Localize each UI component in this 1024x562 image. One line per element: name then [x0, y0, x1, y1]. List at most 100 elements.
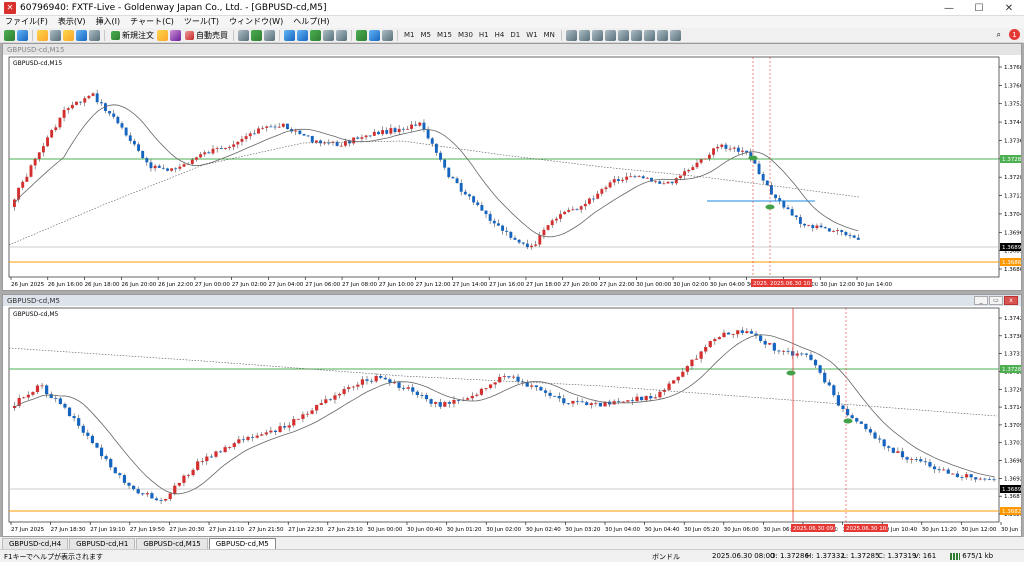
menu-window[interactable]: ウィンドウ(W): [224, 16, 288, 28]
chart-window-m5[interactable]: GBPUSD-cd,M5 _ ▭ x GBPUSD-cd,M5 1.37420 1.…: [2, 294, 1022, 537]
candle-body: [273, 430, 278, 432]
text-tool-icon[interactable]: [656, 29, 668, 41]
signals-icon[interactable]: [170, 29, 181, 41]
status-close: C: 1.37319: [878, 552, 917, 560]
chart-minimize-icon[interactable]: _: [974, 296, 988, 305]
timeframe-h1[interactable]: H1: [477, 31, 491, 39]
chart-canvas-m5[interactable]: GBPUSD-cd,M51.374201.373651.373101.37255…: [3, 306, 1021, 536]
candle-body: [58, 117, 62, 128]
bar-chart-icon[interactable]: [238, 29, 249, 41]
candle-body: [310, 410, 314, 414]
tab-gbpusd-h1[interactable]: GBPUSD-cd,H1: [69, 538, 136, 549]
candle-body: [424, 395, 429, 400]
fibonacci-icon[interactable]: [643, 29, 655, 41]
menu-view[interactable]: 表示(V): [53, 16, 91, 28]
close-icon[interactable]: ✕: [994, 0, 1024, 16]
menu-file[interactable]: ファイル(F): [0, 16, 53, 28]
line-chart-icon[interactable]: [264, 29, 275, 41]
data-window-icon[interactable]: [50, 29, 61, 41]
periods-icon[interactable]: [369, 29, 380, 41]
candle-body: [31, 392, 35, 395]
zoom-in-icon[interactable]: [284, 29, 295, 41]
timeframe-m1[interactable]: M1: [402, 31, 417, 39]
time-label: 30 Jun 06:00: [724, 527, 759, 533]
candle-body: [190, 159, 194, 164]
candle-body: [377, 131, 380, 135]
candle-body: [145, 493, 149, 495]
timeframe-m30[interactable]: M30: [456, 31, 475, 39]
candle-body: [868, 429, 873, 433]
candle-body: [91, 93, 95, 96]
price-label: 1.37525: [1004, 102, 1021, 108]
channel-icon[interactable]: [630, 29, 642, 41]
window-controls: — ☐ ✕: [934, 0, 1024, 16]
candle-body: [420, 395, 424, 396]
candle-body: [447, 167, 451, 178]
terminal-icon[interactable]: [76, 29, 87, 41]
candle-body: [141, 493, 145, 495]
market-watch-icon[interactable]: [37, 29, 48, 41]
candle-body: [509, 231, 513, 238]
candle-body: [324, 399, 328, 404]
status-low: L: 1.37285: [842, 552, 880, 560]
cursor-icon[interactable]: [565, 29, 577, 41]
time-label: 30 Jun 04:00: [710, 282, 745, 288]
crosshair-icon[interactable]: [578, 29, 590, 41]
trendline-icon[interactable]: [617, 29, 629, 41]
trade-marker: [843, 418, 853, 424]
timeframe-d1[interactable]: D1: [508, 31, 522, 39]
auto-scroll-icon[interactable]: [323, 29, 334, 41]
tab-gbpusd-h4[interactable]: GBPUSD-cd,H4: [2, 538, 69, 549]
profiles-icon[interactable]: [17, 29, 28, 41]
chart-window-m15[interactable]: GBPUSD-cd,M15 GBPUSD-cd,M15 1.37685 1.3760…: [2, 43, 1022, 291]
candle-body: [594, 402, 598, 404]
menu-insert[interactable]: 挿入(I): [91, 16, 126, 28]
templates-icon[interactable]: [382, 29, 393, 41]
chart-canvas-m15[interactable]: GBPUSD-cd,M15 1.37685 1.37605 1.37525 1.3744…: [3, 55, 1021, 290]
chart-restore-icon[interactable]: ▭: [989, 296, 1003, 305]
tab-gbpusd-m5[interactable]: GBPUSD-cd,M5: [208, 538, 276, 549]
candle-body: [46, 137, 49, 147]
time-label: 27 Jun 10:00: [379, 282, 414, 288]
new-chart-icon[interactable]: [4, 29, 15, 41]
indicators-icon[interactable]: [356, 29, 367, 41]
search-icon[interactable]: ⌕: [997, 30, 1001, 40]
new-order-button[interactable]: 新規注文: [110, 30, 154, 41]
candle-body: [649, 396, 653, 399]
chart-shift-icon[interactable]: [336, 29, 347, 41]
minimize-icon[interactable]: —: [934, 0, 964, 16]
timeframe-m5[interactable]: M5: [419, 31, 434, 39]
zoom-out-icon[interactable]: [297, 29, 308, 41]
navigator-icon[interactable]: [63, 29, 74, 41]
candlestick-icon[interactable]: [251, 29, 262, 41]
menu-chart[interactable]: チャート(C): [125, 16, 179, 28]
candle-body: [782, 201, 786, 208]
tab-gbpusd-m15[interactable]: GBPUSD-cd,M15: [136, 538, 208, 549]
menu-tools[interactable]: ツール(T): [179, 16, 224, 28]
chart-close-icon[interactable]: x: [1004, 296, 1018, 305]
timeframe-mn[interactable]: MN: [542, 31, 557, 39]
tile-windows-icon[interactable]: [310, 29, 321, 41]
trade-marker: [748, 155, 758, 161]
candle-body: [476, 202, 480, 205]
candle-body: [402, 387, 406, 389]
time-label: 26 Jun 16:00: [48, 282, 83, 288]
candle-body: [136, 489, 140, 494]
price-label: 1.37420: [1004, 316, 1021, 322]
horizontal-line-icon[interactable]: [604, 29, 616, 41]
notification-badge[interactable]: 1: [1009, 29, 1020, 40]
timeframe-h4[interactable]: H4: [493, 31, 507, 39]
strategy-tester-icon[interactable]: [89, 29, 100, 41]
metaeditor-icon[interactable]: [157, 29, 168, 41]
arrows-icon[interactable]: [669, 29, 681, 41]
candle-body: [562, 398, 566, 404]
maximize-icon[interactable]: ☐: [964, 0, 994, 16]
timeframe-w1[interactable]: W1: [524, 31, 539, 39]
vertical-line-icon[interactable]: [591, 29, 603, 41]
menu-help[interactable]: ヘルプ(H): [288, 16, 334, 28]
candle-body: [637, 176, 641, 178]
candle-body: [62, 109, 66, 118]
candle-body: [72, 416, 76, 419]
auto-trading-button[interactable]: 自動売買: [184, 30, 228, 41]
timeframe-m15[interactable]: M15: [435, 31, 454, 39]
